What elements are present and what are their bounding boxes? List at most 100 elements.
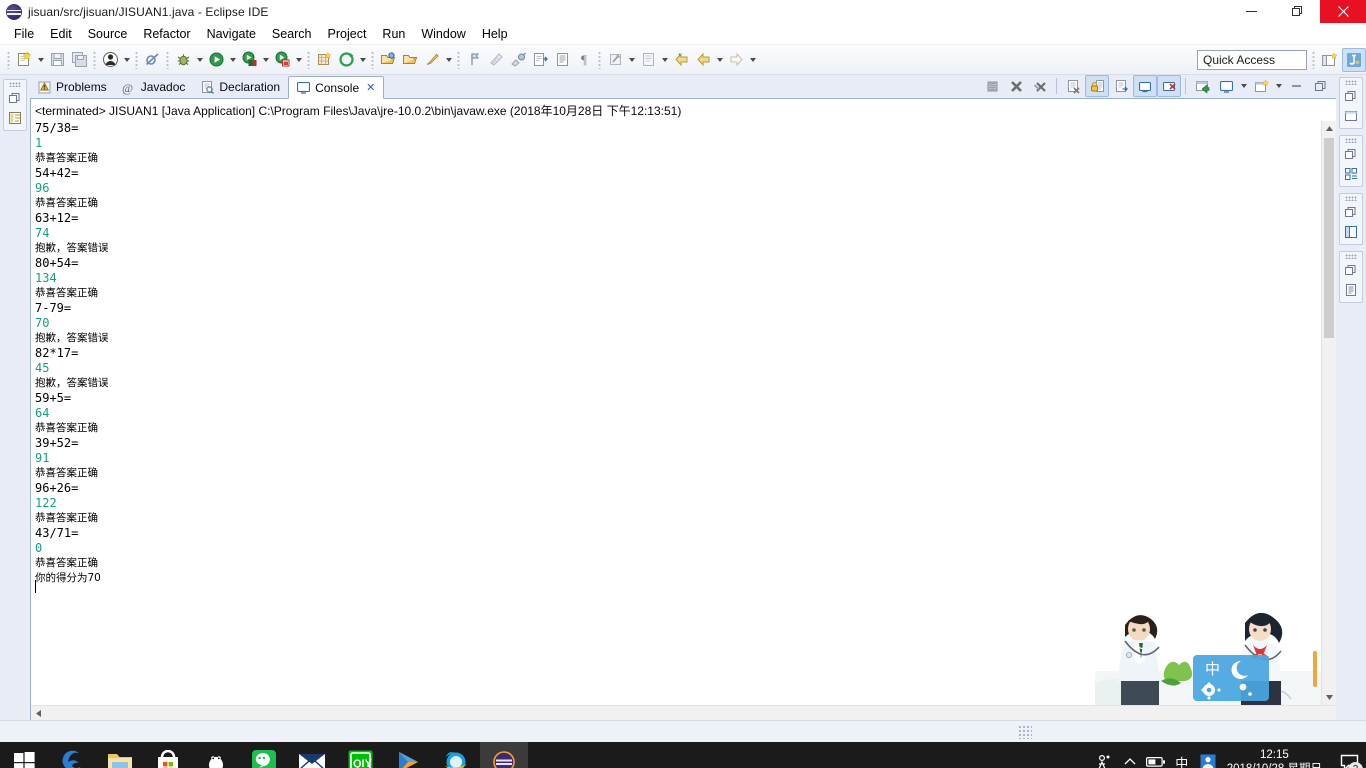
last-edit-location-icon[interactable] (604, 48, 626, 72)
save-icon[interactable] (46, 48, 68, 72)
display-selected-console-icon[interactable] (1214, 75, 1238, 97)
ruler-icon[interactable] (485, 48, 507, 72)
menu-window[interactable]: Window (413, 24, 473, 44)
snippets-restore-group[interactable] (1339, 251, 1363, 303)
scroll-up-button[interactable] (1322, 121, 1336, 136)
toggle-mark-occurrences-icon[interactable] (507, 48, 529, 72)
menu-run[interactable]: Run (374, 24, 413, 44)
tab-declaration[interactable]: Declaration (193, 76, 288, 98)
video-player-button[interactable] (384, 742, 432, 768)
scroll-left-button[interactable] (31, 706, 46, 721)
run-dropdown-icon[interactable] (227, 48, 238, 72)
forward-back-icon[interactable] (692, 48, 714, 72)
remove-launch-icon[interactable] (1004, 75, 1028, 97)
back-icon[interactable] (670, 48, 692, 72)
save-all-icon[interactable] (68, 48, 90, 72)
restore-icon[interactable] (1342, 203, 1360, 221)
word-wrap-icon[interactable] (1109, 75, 1133, 97)
run-configurations-dropdown-icon[interactable] (260, 48, 271, 72)
console-vertical-scrollbar[interactable] (1321, 121, 1336, 705)
new-wizard-dropdown-icon[interactable] (35, 48, 46, 72)
terminate-all-icon[interactable] (980, 75, 1004, 97)
wechat-button[interactable] (240, 742, 288, 768)
menu-refactor[interactable]: Refactor (135, 24, 198, 44)
menu-navigate[interactable]: Navigate (199, 24, 264, 44)
open-perspective-icon[interactable] (1318, 48, 1342, 72)
qq-button[interactable] (192, 742, 240, 768)
internet-explorer-button[interactable] (432, 742, 480, 768)
minimize-icon[interactable] (1284, 75, 1308, 97)
templates-restore-group[interactable] (1339, 193, 1363, 245)
open-declaration-dropdown-icon[interactable] (659, 48, 670, 72)
action-center-button[interactable]: 2 (1332, 742, 1366, 768)
restore-icon[interactable] (6, 89, 24, 107)
last-edit-dropdown-icon[interactable] (626, 48, 637, 72)
pin-console-icon[interactable] (1190, 75, 1214, 97)
new-annotation-icon[interactable] (335, 48, 357, 72)
tab-console[interactable]: Console ✕ (288, 76, 385, 99)
restore-icon[interactable] (1342, 145, 1360, 163)
show-console-on-output-icon[interactable] (1133, 75, 1157, 97)
mail-button[interactable] (288, 742, 336, 768)
show-console-on-error-icon[interactable] (1157, 75, 1181, 97)
marker-icon[interactable] (463, 48, 485, 72)
scroll-down-button[interactable] (1322, 690, 1336, 705)
restore-icon[interactable] (1342, 261, 1360, 279)
new-annotation-dropdown-icon[interactable] (357, 48, 368, 72)
open-console-dropdown-icon[interactable] (1273, 75, 1284, 97)
people-icon[interactable] (1091, 742, 1117, 768)
maximize-button[interactable] (1274, 0, 1320, 23)
tab-problems[interactable]: Problems (30, 76, 115, 98)
search-dropdown-icon[interactable] (443, 48, 454, 72)
outline-icon[interactable] (1342, 107, 1360, 125)
user-icon[interactable] (99, 48, 121, 72)
debug-dropdown-icon[interactable] (194, 48, 205, 72)
console-output[interactable]: 75/38= 1 恭喜答案正确 54+42= 96 恭喜答案正确 63+12= 74 抱歉，答案… (31, 121, 1321, 705)
start-button[interactable] (0, 742, 48, 768)
coverage-icon[interactable] (271, 48, 293, 72)
snippets-icon[interactable] (1342, 281, 1360, 299)
previous-annotation-icon[interactable] (551, 48, 573, 72)
remove-all-terminated-icon[interactable] (1028, 75, 1052, 97)
open-console-icon[interactable] (1249, 75, 1273, 97)
close-button[interactable] (1320, 0, 1366, 23)
display-selected-console-dropdown-icon[interactable] (1238, 75, 1249, 97)
open-type-icon[interactable] (377, 48, 399, 72)
forward-icon[interactable] (725, 48, 747, 72)
outline-restore-group[interactable] (1339, 77, 1363, 129)
ime-chinese-icon[interactable]: 中 (1169, 742, 1195, 768)
taskbar-clock[interactable]: 12:15 2018/10/28 星期日 (1221, 748, 1332, 768)
quick-access-input[interactable]: Quick Access (1197, 49, 1307, 70)
maximize-icon[interactable] (1308, 75, 1332, 97)
skip-breakpoints-icon[interactable] (141, 48, 163, 72)
back-dropdown-icon[interactable] (714, 48, 725, 72)
coverage-dropdown-icon[interactable] (293, 48, 304, 72)
task-list-restore-group[interactable] (1339, 135, 1363, 187)
debug-icon[interactable] (172, 48, 194, 72)
menu-project[interactable]: Project (320, 24, 375, 44)
run-icon[interactable] (205, 48, 227, 72)
task-list-icon[interactable] (1342, 165, 1360, 183)
open-declaration-icon[interactable] (637, 48, 659, 72)
menu-help[interactable]: Help (474, 24, 516, 44)
menu-file[interactable]: File (6, 24, 42, 44)
new-wizard-icon[interactable] (13, 48, 35, 72)
menu-source[interactable]: Source (80, 24, 136, 44)
clear-console-icon[interactable] (1061, 75, 1085, 97)
restore-icon[interactable] (1342, 87, 1360, 105)
eclipse-button[interactable] (480, 742, 528, 768)
package-explorer-icon[interactable] (6, 109, 24, 127)
iqiyi-button[interactable]: QIY (336, 742, 384, 768)
templates-icon[interactable] (1342, 223, 1360, 241)
search-icon[interactable] (421, 48, 443, 72)
scroll-track[interactable] (1322, 136, 1336, 690)
scroll-thumb[interactable] (1324, 138, 1334, 338)
user-dropdown-icon[interactable] (121, 48, 132, 72)
microsoft-store-button[interactable] (144, 742, 192, 768)
status-bar-grip[interactable] (1018, 725, 1032, 739)
run-configurations-icon[interactable] (238, 48, 260, 72)
new-java-project-icon[interactable] (313, 48, 335, 72)
close-icon[interactable]: ✕ (366, 81, 375, 94)
ime-user-icon[interactable] (1195, 742, 1221, 768)
java-perspective-icon[interactable] (1342, 47, 1366, 72)
